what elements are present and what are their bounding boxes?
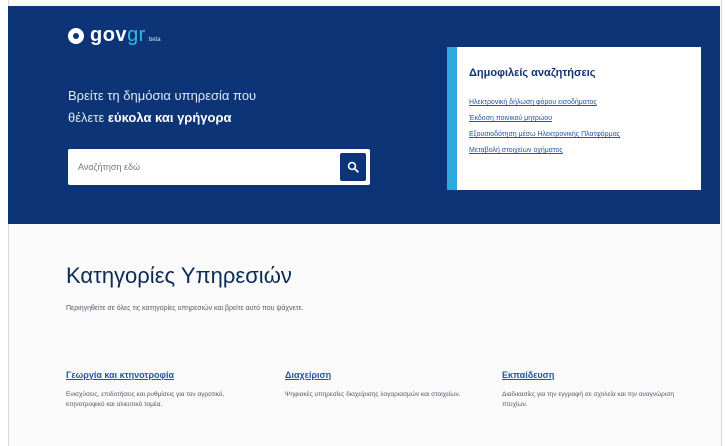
category-card: Εκπαίδευση Διαδικασίες για την εγγραφή σ… <box>502 370 692 410</box>
logo-suffix: beta <box>148 36 161 43</box>
emblem-icon <box>68 27 84 44</box>
category-card: Γεωργία και κτηνοτροφία Ενισχύσεις, επιδ… <box>66 370 256 410</box>
popular-search-link[interactable]: Μεταβολή στοιχείων οχήματος <box>469 147 620 154</box>
category-description: Ψηφιακές υπηρεσίες διαχείρισης λογαριασμ… <box>285 391 461 398</box>
hero-heading-prefix: θέλετε <box>68 110 108 125</box>
category-card: Διαχείριση Ψηφιακές υπηρεσίες διαχείριση… <box>285 370 475 400</box>
categories-subtitle: Περιηγηθείτε σε όλες τις κατηγορίες υπηρ… <box>66 305 304 312</box>
category-link[interactable]: Γεωργία και κτηνοτροφία <box>66 370 256 380</box>
category-description: Ενισχύσεις, επιδοτήσεις και ρυθμίσεις γι… <box>66 391 225 408</box>
hero-heading-emphasis: εύκολα και γρήγορα <box>107 110 232 125</box>
hero-heading-line2: θέλετε εύκολα και γρήγορα <box>68 110 232 125</box>
categories-title: Κατηγορίες Υπηρεσιών <box>66 263 292 288</box>
popular-searches-list: Ηλεκτρονική δήλωση φόρου εισοδήματος Έκδ… <box>469 99 620 163</box>
category-link[interactable]: Διαχείριση <box>285 370 475 380</box>
logo-text: govgr <box>90 24 146 46</box>
category-description: Διαδικασίες για την εγγραφή σε σχολεία κ… <box>502 391 674 408</box>
search-bar <box>68 149 370 185</box>
popular-search-link[interactable]: Έκδοση ποινικού μητρώου <box>469 115 620 122</box>
search-input[interactable] <box>68 149 330 185</box>
search-button[interactable] <box>340 153 366 181</box>
category-link[interactable]: Εκπαίδευση <box>502 370 692 380</box>
hero-heading-line1: Βρείτε τη δημόσια υπηρεσία που <box>68 88 257 103</box>
popular-search-link[interactable]: Ηλεκτρονική δήλωση φόρου εισοδήματος <box>469 99 620 106</box>
popular-search-link[interactable]: Εξουσιοδότηση μέσω Ηλεκτρονικής Πλατφόρμ… <box>469 131 620 138</box>
popular-searches-panel: Δημοφιλείς αναζητήσεις Ηλεκτρονική δήλωσ… <box>447 47 701 190</box>
gov-logo[interactable]: govgr beta <box>68 24 161 47</box>
popular-searches-title: Δημοφιλείς αναζητήσεις <box>469 67 596 79</box>
search-icon <box>347 161 359 173</box>
